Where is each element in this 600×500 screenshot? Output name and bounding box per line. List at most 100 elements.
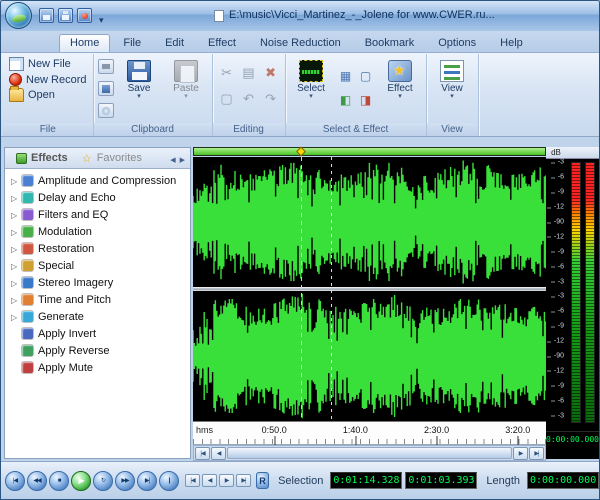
timeline-label: 1:40.0 xyxy=(342,425,368,445)
save-icon[interactable] xyxy=(39,8,54,23)
save-all-icon[interactable] xyxy=(58,8,73,23)
delete-icon[interactable]: ✖ xyxy=(265,65,276,81)
waveform-channel-right[interactable] xyxy=(193,291,546,421)
ribbon-tab[interactable]: File xyxy=(112,34,152,52)
waveform-channel-left[interactable] xyxy=(193,157,546,287)
expand-arrow-icon[interactable] xyxy=(11,243,22,255)
redo-icon[interactable]: ↷ xyxy=(265,91,276,107)
effect-restoration[interactable]: Restoration xyxy=(5,240,190,257)
expand-arrow-icon[interactable] xyxy=(11,260,22,272)
save-copy-icon[interactable] xyxy=(97,81,114,96)
play-button[interactable]: ▶ xyxy=(71,470,91,491)
effect-special[interactable]: Special xyxy=(5,257,190,274)
position-display: 0:00:00.000 xyxy=(546,431,599,447)
deselect-icon[interactable]: ▢ xyxy=(360,69,371,83)
overview-bar[interactable] xyxy=(193,146,546,157)
fast-forward-button[interactable]: ▶▶ xyxy=(115,470,135,491)
window-title: E:\music\Vicci_Martinez_-_Jolene for www… xyxy=(229,9,495,21)
new-file-button[interactable]: New File xyxy=(6,56,90,72)
paste-button[interactable]: Paste xyxy=(164,56,209,121)
tab-effects[interactable]: Effects xyxy=(9,150,75,166)
ribbon-tab[interactable]: Edit xyxy=(154,34,195,52)
go-to-start-button[interactable]: |◀ xyxy=(5,470,25,491)
undo-icon[interactable]: ↶ xyxy=(243,91,254,107)
view-button[interactable]: View xyxy=(430,56,475,121)
ribbon-tab[interactable]: Effect xyxy=(197,34,247,52)
effect-modulation[interactable]: Modulation xyxy=(5,223,190,240)
seek-start-button[interactable]: |◀ xyxy=(185,474,200,487)
open-button[interactable]: Open xyxy=(6,86,90,103)
selection-edge-marker[interactable] xyxy=(330,157,332,421)
expand-arrow-icon[interactable] xyxy=(11,209,22,221)
select-all-icon[interactable]: ▦ xyxy=(340,69,351,83)
seek-end-button[interactable]: ▶| xyxy=(236,474,251,487)
ribbon-tab[interactable]: Help xyxy=(489,34,534,52)
command-icon xyxy=(9,86,24,102)
ribbon-tab[interactable]: Home xyxy=(59,34,111,52)
ribbon-tab[interactable]: Options xyxy=(427,34,487,52)
crop-icon[interactable]: ▢ xyxy=(220,91,232,107)
effect-button[interactable]: Effect xyxy=(378,56,423,121)
effect-filters-and-eq[interactable]: Filters and EQ xyxy=(5,206,190,223)
timeline-ruler[interactable]: hms 0:50.0 1:40.0 2:30.0 3:20.0 xyxy=(193,421,546,445)
db-scale-label: -6 xyxy=(550,263,564,271)
expand-arrow-icon[interactable] xyxy=(11,192,22,204)
effect-delay-and-echo[interactable]: Delay and Echo xyxy=(5,189,190,206)
group-label-file: File xyxy=(3,123,93,136)
expand-arrow-icon[interactable] xyxy=(11,175,22,187)
db-scale-right: -3 -6 -9 -12 -90 -12 -9 -6 -3 xyxy=(546,291,566,421)
stop-button[interactable]: ■ xyxy=(49,470,69,491)
db-scale-label: -9 xyxy=(550,322,564,330)
effect-time-and-pitch[interactable]: Time and Pitch xyxy=(5,291,190,308)
expand-arrow-icon[interactable] xyxy=(11,311,22,323)
expand-arrow-icon[interactable] xyxy=(11,226,22,238)
ribbon: New File New Record Open File Save ▾ Pas… xyxy=(1,53,599,137)
expand-arrow-icon[interactable] xyxy=(11,277,22,289)
effect-apply-reverse[interactable]: Apply Reverse xyxy=(5,342,190,359)
command-icon xyxy=(9,73,22,86)
scrollbar-thumb[interactable] xyxy=(228,448,511,458)
paste-icon xyxy=(174,60,199,83)
marker-icon[interactable]: ◨ xyxy=(360,93,371,107)
scroll-far-right-button[interactable]: ▶| xyxy=(529,446,544,460)
zoom-selection-icon[interactable]: ◧ xyxy=(340,93,351,107)
scroll-left-button[interactable]: ◀ xyxy=(211,446,226,460)
new-record-button[interactable]: New Record xyxy=(6,72,90,87)
effect-apply-mute[interactable]: Apply Mute xyxy=(5,359,190,376)
waveform-display[interactable] xyxy=(193,157,546,421)
copy-icon[interactable]: ▤ xyxy=(242,65,254,81)
record-button[interactable]: R xyxy=(256,472,270,489)
panel-nav-icons[interactable] xyxy=(170,149,186,167)
tab-favorites[interactable]: Favorites xyxy=(75,150,149,166)
selection-label: Selection xyxy=(278,474,324,487)
select-button[interactable]: Select xyxy=(289,56,334,121)
group-label-clipboard: Clipboard xyxy=(93,123,212,136)
app-logo-icon[interactable] xyxy=(5,2,32,29)
scrollbar-track[interactable] xyxy=(227,447,512,459)
rewind-button[interactable]: ◀◀ xyxy=(27,470,47,491)
scroll-right-button[interactable]: ▶ xyxy=(513,446,528,460)
ribbon-tab[interactable]: Bookmark xyxy=(354,34,426,52)
export-icon[interactable] xyxy=(97,103,114,118)
quick-access-dropdown-icon[interactable] xyxy=(99,10,104,28)
position-marker-icon[interactable] xyxy=(296,146,306,157)
playback-cursor[interactable] xyxy=(300,157,302,421)
print-icon[interactable] xyxy=(97,59,114,74)
seek-forward-button[interactable]: ▶ xyxy=(219,474,234,487)
go-to-end-button[interactable]: ▶| xyxy=(137,470,157,491)
effect-apply-invert[interactable]: Apply Invert xyxy=(5,325,190,342)
scroll-far-left-button[interactable]: |◀ xyxy=(195,446,210,460)
effect-generate[interactable]: Generate xyxy=(5,308,190,325)
pause-button[interactable]: || xyxy=(159,470,179,491)
record-icon[interactable] xyxy=(77,8,92,23)
effect-amplitude-and-compression[interactable]: Amplitude and Compression xyxy=(5,172,190,189)
expand-arrow-icon[interactable] xyxy=(11,294,22,306)
cut-icon[interactable]: ✂ xyxy=(221,65,232,81)
loop-button[interactable]: ↻ xyxy=(93,470,113,491)
ribbon-tab[interactable]: Noise Reduction xyxy=(249,34,352,52)
save-button[interactable]: Save xyxy=(117,56,162,121)
seek-back-button[interactable]: ◀ xyxy=(202,474,217,487)
waveform-scrollbar[interactable]: |◀ ◀ ▶ ▶| xyxy=(193,445,546,461)
effect-stereo-imagery[interactable]: Stereo Imagery xyxy=(5,274,190,291)
titlebar: E:\music\Vicci_Martinez_-_Jolene for www… xyxy=(1,1,599,31)
